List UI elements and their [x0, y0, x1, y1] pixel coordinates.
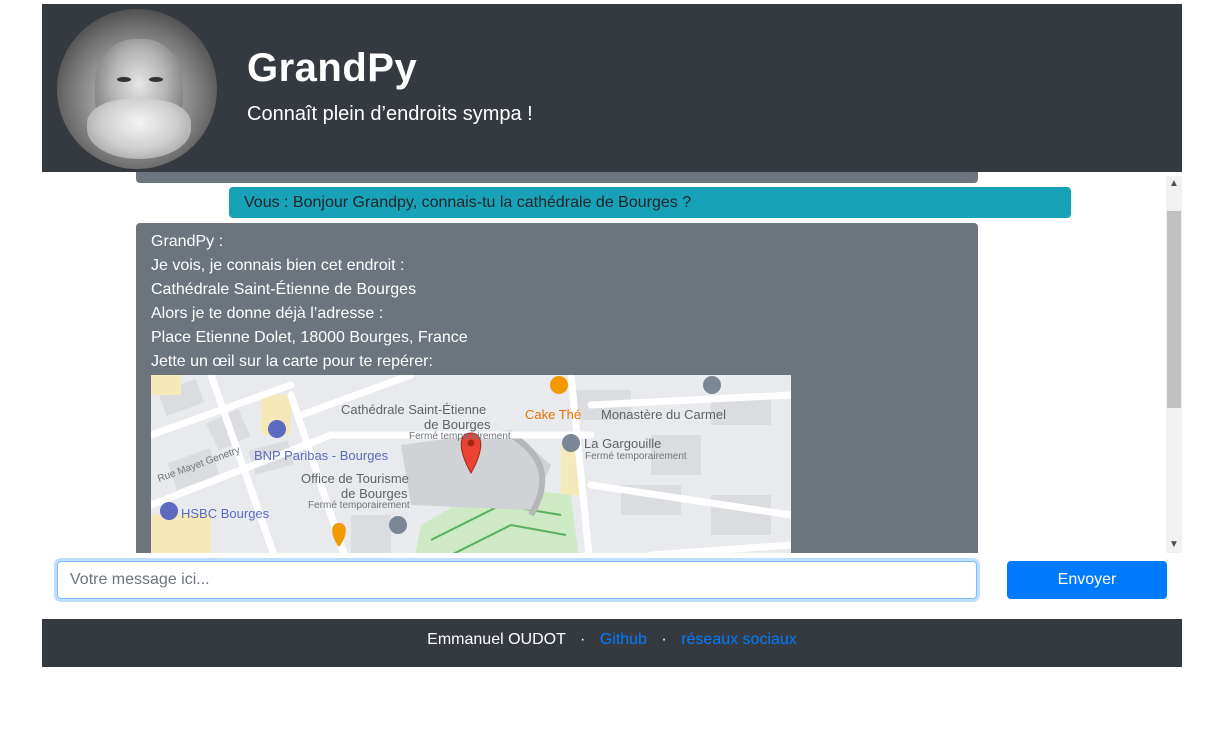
user-message: Vous : Bonjour Grandpy, connais-tu la ca… [229, 187, 1071, 218]
map-label: Monastère du Carmel [601, 407, 726, 422]
site-footer: Emmanuel OUDOT · Github · réseaux sociau… [42, 619, 1182, 667]
svg-text:BNP Paribas - Bourges: BNP Paribas - Bourges [254, 448, 389, 463]
map-label: de Bourges [341, 486, 408, 501]
previous-message [136, 172, 978, 183]
map-label: Office de Tourisme [301, 471, 409, 486]
message-input[interactable] [57, 561, 977, 599]
scroll-up-icon[interactable]: ▲ [1166, 176, 1182, 192]
footer-separator: · [661, 631, 667, 648]
grandpy-avatar [57, 9, 217, 169]
bot-line: Je vois, je connais bien cet endroit : [151, 257, 405, 274]
social-link[interactable]: réseaux sociaux [681, 631, 797, 648]
page-title: GrandPy [247, 46, 418, 90]
bot-line: Alors je te donne déjà l’adresse : [151, 305, 384, 322]
map-label: La Gargouille [584, 436, 661, 451]
svg-text:Fermé temporairement: Fermé temporairement [409, 431, 511, 442]
svg-text:HSBC Bourges: HSBC Bourges [181, 506, 270, 521]
svg-text:Cake Thé: Cake Thé [525, 407, 581, 422]
chat-scrollbar[interactable]: ▲ ▼ [1166, 176, 1182, 553]
chat-history[interactable]: Vous : Bonjour Grandpy, connais-tu la ca… [42, 172, 1166, 553]
send-button[interactable]: Envoyer [1007, 561, 1167, 599]
bot-message: GrandPy : Je vois, je connais bien cet e… [136, 223, 978, 553]
bot-line: Place Etienne Dolet, 18000 Bourges, Fran… [151, 329, 468, 346]
svg-text:Fermé temporairement: Fermé temporairement [585, 451, 687, 462]
map-label: de Bourges [424, 417, 491, 432]
bot-line: GrandPy : [151, 233, 224, 250]
bot-line: Cathédrale Saint-Étienne de Bourges [151, 281, 417, 298]
page-subtitle: Connaît plein d’endroits sympa ! [247, 103, 533, 125]
bot-line: Jette un œil sur la carte pour te repére… [151, 353, 433, 370]
footer-separator: · [580, 631, 586, 648]
location-map[interactable]: Cathédrale Saint-Étienne de Bourges Mona… [151, 375, 791, 553]
footer-author: Emmanuel OUDOT [427, 631, 566, 648]
scroll-down-icon[interactable]: ▼ [1166, 537, 1182, 553]
site-header: GrandPy Connaît plein d’endroits sympa ! [42, 4, 1182, 172]
github-link[interactable]: Github [600, 631, 647, 648]
map-label: Cathédrale Saint-Étienne [341, 402, 486, 417]
scroll-thumb[interactable] [1167, 211, 1181, 408]
svg-text:Fermé temporairement: Fermé temporairement [308, 500, 410, 511]
